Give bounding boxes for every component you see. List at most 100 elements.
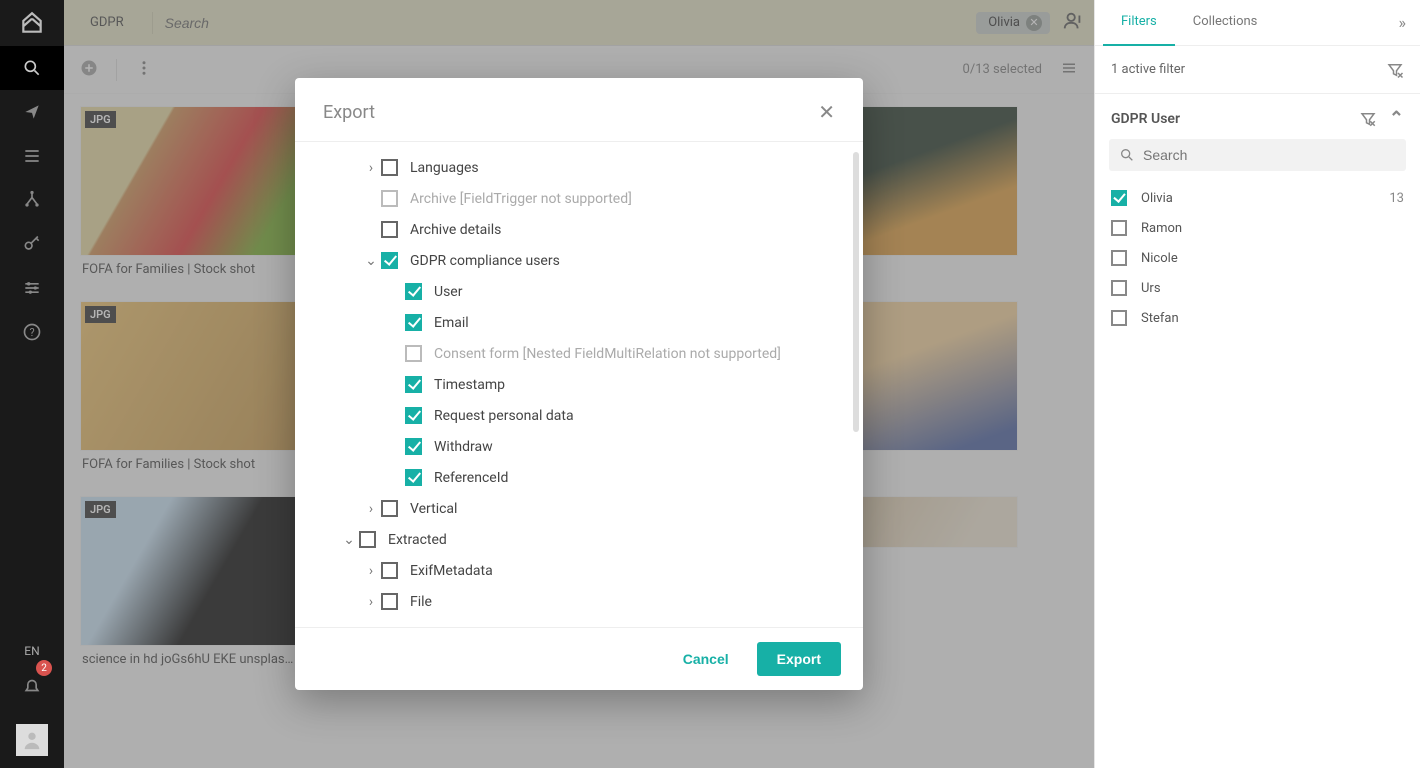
tree-row[interactable]: Archive details	[317, 214, 863, 245]
list-icon	[22, 146, 42, 166]
tree-label: Extracted	[388, 532, 447, 548]
language-label[interactable]: EN	[24, 644, 39, 658]
close-button[interactable]: ✕	[818, 100, 835, 125]
app-logo[interactable]	[0, 0, 64, 46]
key-icon	[22, 234, 42, 254]
nav-notifications[interactable]: 2	[0, 666, 64, 710]
tree-label: File	[410, 594, 432, 610]
tree-label: Languages	[410, 160, 479, 176]
checkbox[interactable]	[1111, 310, 1127, 326]
checkbox[interactable]	[1111, 190, 1127, 206]
svg-text:?: ?	[29, 326, 34, 339]
modal-title: Export	[323, 102, 375, 123]
user-name: Urs	[1141, 281, 1161, 296]
filter-search	[1109, 139, 1406, 171]
checkbox[interactable]	[1111, 280, 1127, 296]
user-filter-row[interactable]: Urs	[1095, 273, 1420, 303]
tree-row[interactable]: ⌄ Extracted	[317, 524, 863, 555]
nav-list[interactable]	[0, 134, 64, 178]
expand-icon[interactable]: ⌄	[339, 532, 359, 548]
checkbox[interactable]	[381, 159, 398, 176]
search-icon	[22, 58, 42, 78]
nav-help[interactable]: ?	[0, 310, 64, 354]
notif-badge: 2	[36, 660, 52, 676]
user-avatar[interactable]	[16, 724, 48, 756]
tree-row[interactable]: Request personal data	[317, 400, 863, 431]
nav-tree[interactable]	[0, 178, 64, 222]
section-title: GDPR User	[1111, 111, 1180, 127]
user-name: Nicole	[1141, 251, 1178, 266]
modal-body: › Languages Archive [FieldTrigger not supp…	[295, 142, 863, 627]
checkbox[interactable]	[405, 438, 422, 455]
tree-row[interactable]: Archive [FieldTrigger not supported]	[317, 183, 863, 214]
nav-key[interactable]	[0, 222, 64, 266]
checkbox[interactable]	[359, 531, 376, 548]
checkbox[interactable]	[1111, 220, 1127, 236]
tree-label: Email	[434, 315, 469, 331]
nav-search[interactable]	[0, 46, 64, 90]
sliders-icon	[22, 278, 42, 298]
filter-search-input[interactable]	[1143, 147, 1396, 163]
checkbox	[405, 345, 422, 362]
tree-row[interactable]: › File	[317, 586, 863, 617]
tab-collections[interactable]: Collections	[1175, 0, 1276, 46]
nav-share[interactable]	[0, 90, 64, 134]
tree-row[interactable]: › Languages	[317, 152, 863, 183]
checkbox	[381, 190, 398, 207]
export-button[interactable]: Export	[757, 642, 841, 676]
tree-row[interactable]: Withdraw	[317, 431, 863, 462]
tree-label: Archive [FieldTrigger not supported]	[410, 191, 632, 207]
checkbox[interactable]	[405, 469, 422, 486]
expand-icon[interactable]: ›	[361, 594, 381, 610]
right-tabs: Filters Collections »	[1095, 0, 1420, 46]
checkbox[interactable]	[405, 407, 422, 424]
tree-row[interactable]: User	[317, 276, 863, 307]
tree-row[interactable]: ›Vertical	[317, 493, 863, 524]
modal-overlay: Export ✕ › Languages Archive [FieldTrigger…	[64, 0, 1094, 768]
tree-row[interactable]: ReferenceId	[317, 462, 863, 493]
user-filter-row[interactable]: Ramon	[1095, 213, 1420, 243]
section-clear-icon[interactable]	[1359, 110, 1377, 128]
user-name: Ramon	[1141, 221, 1182, 236]
tree-row[interactable]: Consent form [Nested FieldMultiRelation …	[317, 338, 863, 369]
expand-icon[interactable]: ⌄	[361, 253, 381, 269]
expand-icon[interactable]: ›	[361, 160, 381, 176]
user-name: Stefan	[1141, 311, 1179, 326]
expand-icon[interactable]: ›	[361, 563, 381, 579]
checkbox[interactable]	[381, 562, 398, 579]
checkbox[interactable]	[405, 314, 422, 331]
tree-label: User	[434, 284, 462, 300]
expand-panel-icon[interactable]: »	[1393, 13, 1413, 32]
checkbox[interactable]	[381, 252, 398, 269]
clear-filters-icon[interactable]	[1386, 61, 1404, 79]
checkbox[interactable]	[405, 376, 422, 393]
tree-label: Consent form [Nested FieldMultiRelation …	[434, 346, 781, 362]
tree-label: ExifMetadata	[410, 563, 493, 579]
tree-row[interactable]: Email	[317, 307, 863, 338]
active-filter-count: 1 active filter	[1111, 62, 1185, 77]
left-nav: ? EN 2	[0, 0, 64, 768]
chevron-up-icon[interactable]: ⌃	[1389, 108, 1404, 129]
person-icon	[21, 729, 43, 751]
checkbox[interactable]	[381, 221, 398, 238]
tree-label: ReferenceId	[434, 470, 508, 486]
tab-filters[interactable]: Filters	[1103, 0, 1175, 46]
user-filter-row[interactable]: Olivia13	[1095, 183, 1420, 213]
checkbox[interactable]	[405, 283, 422, 300]
tree-label: Timestamp	[434, 377, 505, 393]
nav-sliders[interactable]	[0, 266, 64, 310]
cancel-button[interactable]: Cancel	[673, 642, 739, 676]
tree-row[interactable]: › ExifMetadata	[317, 555, 863, 586]
tree-row[interactable]: Timestamp	[317, 369, 863, 400]
checkbox[interactable]	[381, 593, 398, 610]
user-filter-row[interactable]: Stefan	[1095, 303, 1420, 333]
expand-icon[interactable]: ›	[361, 501, 381, 517]
tree-row[interactable]: ⌄ GDPR compliance users	[317, 245, 863, 276]
user-filter-row[interactable]: Nicole	[1095, 243, 1420, 273]
checkbox[interactable]	[1111, 250, 1127, 266]
tree-label: GDPR compliance users	[410, 253, 560, 269]
share-icon	[22, 102, 42, 122]
right-panel: Filters Collections » 1 active filter GD…	[1094, 0, 1420, 768]
tree-label: Archive details	[410, 222, 501, 238]
checkbox[interactable]	[381, 500, 398, 517]
